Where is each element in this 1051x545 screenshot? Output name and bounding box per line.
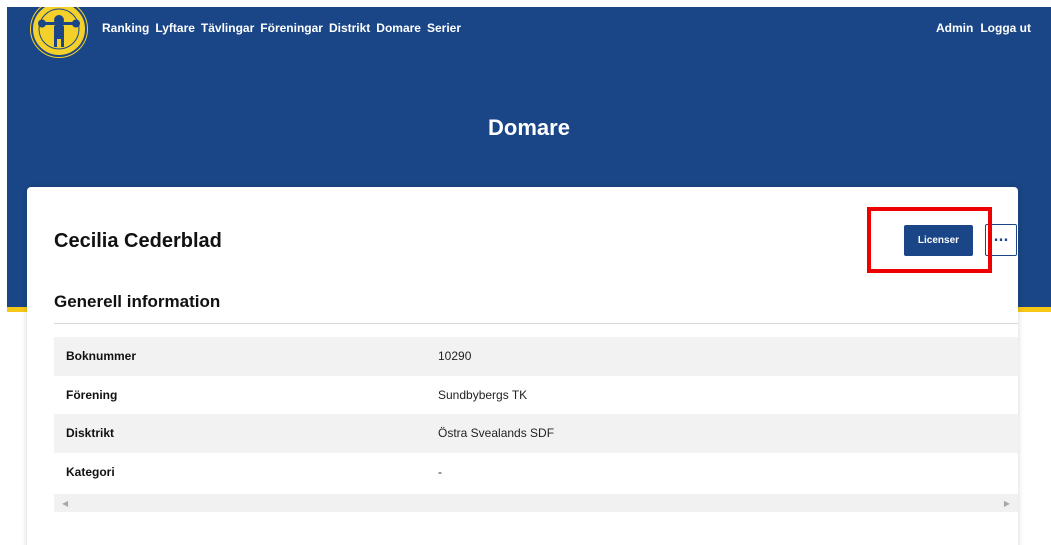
main-nav: Ranking Lyftare Tävlingar Föreningar Dis… [102,21,461,35]
nav-item-foreningar[interactable]: Föreningar [260,21,323,35]
section-title: Generell information [54,292,221,311]
logout-link[interactable]: Logga ut [980,21,1031,35]
referee-card: Cecilia Cederblad Licenser ... Generell … [27,187,1018,545]
nav-item-tavlingar[interactable]: Tävlingar [201,21,254,35]
nav-item-lyftare[interactable]: Lyftare [155,21,195,35]
nav-item-ranking[interactable]: Ranking [102,21,149,35]
app-frame: Ranking Lyftare Tävlingar Föreningar Dis… [7,7,1051,545]
ellipsis-icon: ... [993,229,1009,245]
section-divider [54,323,1018,324]
nav-item-domare[interactable]: Domare [376,21,421,35]
row-label: Disktrikt [66,426,115,441]
federation-logo[interactable] [27,7,91,61]
user-nav: Admin Logga ut [936,21,1031,35]
table-row: Boknummer 10290 [54,337,1018,376]
row-label: Förening [66,387,118,402]
info-table: Boknummer 10290 Förening Sundbybergs TK … [54,337,1018,491]
table-row: Förening Sundbybergs TK [54,376,1018,415]
row-value: - [438,464,442,479]
row-value: Sundbybergs TK [438,387,528,402]
row-label: Kategori [66,464,115,479]
row-label: Boknummer [66,349,137,364]
admin-link[interactable]: Admin [936,21,973,35]
more-options-button[interactable]: ... [985,224,1017,256]
referee-name: Cecilia Cederblad [54,230,222,252]
row-value: Östra Svealands SDF [438,426,555,441]
licenser-button[interactable]: Licenser [904,225,973,256]
scroll-left-icon[interactable]: ◀ [54,499,76,508]
horizontal-scrollbar[interactable]: ◀ ▶ [54,494,1018,512]
nav-item-serier[interactable]: Serier [427,21,461,35]
scroll-right-icon[interactable]: ▶ [996,499,1018,508]
logo-emblem-icon [31,7,87,57]
row-value: 10290 [438,349,472,364]
nav-item-distrikt[interactable]: Distrikt [329,21,370,35]
table-row: Kategori - [54,453,1018,492]
table-row: Disktrikt Östra Svealands SDF [54,414,1018,453]
page-title: Domare [488,115,570,140]
